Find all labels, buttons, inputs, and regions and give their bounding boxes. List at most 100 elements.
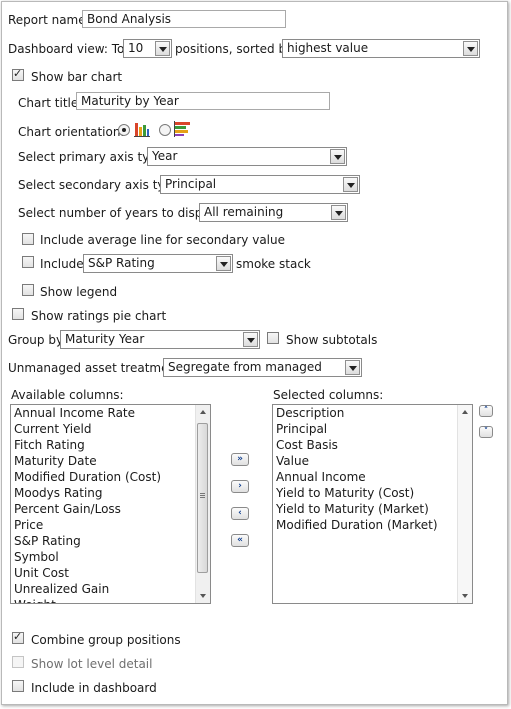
list-item[interactable]: Moodys Rating <box>11 485 210 501</box>
move-down-button[interactable]: ˅ <box>479 426 493 438</box>
report-name-label: Report name: <box>8 13 90 27</box>
scroll-up-icon[interactable] <box>458 405 472 419</box>
scroll-down-icon[interactable] <box>458 589 472 603</box>
available-columns-label: Available columns: <box>11 388 124 402</box>
unmanaged-label: Unmanaged asset treatment: <box>8 361 185 375</box>
chevron-down-icon <box>463 41 478 56</box>
selected-columns-label: Selected columns: <box>273 388 384 402</box>
show-legend-label: Show legend <box>40 285 118 299</box>
grip-icon <box>200 493 205 499</box>
combine-positions-label: Combine group positions <box>31 633 181 647</box>
secondary-axis-select[interactable]: Principal <box>160 175 360 194</box>
primary-axis-value: Year <box>152 149 178 163</box>
scroll-up-icon[interactable] <box>196 405 210 419</box>
smoke-stack-label: smoke stack <box>236 257 311 271</box>
list-item[interactable]: Unrealized Gain <box>11 581 210 597</box>
list-item[interactable]: Annual Income Rate <box>11 405 210 421</box>
show-pie-label: Show ratings pie chart <box>31 309 167 323</box>
horizontal-bar-chart-icon <box>174 121 190 137</box>
unmanaged-select[interactable]: Segregate from managed <box>163 358 362 377</box>
sort-order-select[interactable]: highest value <box>282 39 480 58</box>
list-item[interactable]: Description <box>273 405 472 421</box>
available-scrollbar[interactable] <box>195 405 210 603</box>
combine-positions-checkbox[interactable] <box>12 630 24 644</box>
report-name-input[interactable]: Bond Analysis <box>82 10 286 28</box>
list-item[interactable]: Price <box>11 517 210 533</box>
vertical-bar-chart-icon <box>134 123 150 137</box>
show-bar-chart-checkbox[interactable] <box>12 67 24 81</box>
top-count-select[interactable]: 10 <box>123 39 172 58</box>
available-columns-list[interactable]: Annual Income Rate Current Yield Fitch Rat… <box>10 404 211 604</box>
list-item[interactable]: Modified Duration (Market) <box>273 517 472 533</box>
primary-axis-select[interactable]: Year <box>147 147 347 166</box>
chevron-down-icon <box>331 205 346 220</box>
show-legend-checkbox[interactable] <box>22 284 34 296</box>
rating-type-value: S&P Rating <box>88 256 155 270</box>
include-dashboard-checkbox[interactable] <box>12 680 24 692</box>
include-rating-checkbox[interactable] <box>22 256 34 268</box>
list-item[interactable]: Current Yield <box>11 421 210 437</box>
positions-sorted-label: positions, sorted by <box>175 42 294 56</box>
show-subtotals-label: Show subtotals <box>286 333 378 347</box>
list-item[interactable]: Value <box>273 453 472 469</box>
selected-columns-list[interactable]: Description Principal Cost Basis Value Annua… <box>272 404 473 604</box>
secondary-axis-label: Select secondary axis type: <box>18 178 184 192</box>
top-count-value: 10 <box>128 41 144 55</box>
list-item[interactable]: Cost Basis <box>273 437 472 453</box>
chevron-down-icon <box>155 41 170 56</box>
years-display-value: All remaining <box>204 205 284 219</box>
selected-items-container: Description Principal Cost Basis Value Annua… <box>273 405 472 533</box>
years-display-label: Select number of years to display: <box>18 206 224 220</box>
dashboard-view-label: Dashboard view: Top <box>8 42 133 56</box>
list-item[interactable]: Unit Cost <box>11 565 210 581</box>
include-dashboard-label: Include in dashboard <box>31 681 157 695</box>
lot-detail-label: Show lot level detail <box>31 657 153 671</box>
group-by-value: Maturity Year <box>65 332 145 346</box>
chart-title-label: Chart title: <box>18 96 83 110</box>
orientation-vertical-radio[interactable] <box>118 124 130 136</box>
average-line-checkbox[interactable] <box>22 233 34 245</box>
average-line-label: Include average line for secondary value <box>40 233 285 247</box>
secondary-axis-value: Principal <box>165 177 217 191</box>
sort-order-value: highest value <box>287 41 369 55</box>
chevron-down-icon <box>343 177 358 192</box>
list-item[interactable]: Fitch Rating <box>11 437 210 453</box>
chart-orientation-label: Chart orientation: <box>18 125 125 139</box>
show-pie-checkbox[interactable] <box>12 308 24 320</box>
list-item[interactable]: Percent Gain/Loss <box>11 501 210 517</box>
group-by-label: Group by <box>8 333 64 347</box>
show-bar-chart-label: Show bar chart <box>31 70 123 84</box>
list-item[interactable]: Yield to Maturity (Market) <box>273 501 472 517</box>
remove-all-button[interactable]: « <box>231 534 249 547</box>
lot-detail-checkbox[interactable] <box>12 656 24 668</box>
list-item[interactable]: Maturity Date <box>11 453 210 469</box>
selected-scrollbar[interactable] <box>457 405 472 603</box>
primary-axis-label: Select primary axis type: <box>18 150 169 164</box>
years-display-select[interactable]: All remaining <box>199 203 348 222</box>
available-items-container: Annual Income Rate Current Yield Fitch Rat… <box>11 405 210 603</box>
list-item[interactable]: Modified Duration (Cost) <box>11 469 210 485</box>
chevron-down-icon <box>243 332 258 347</box>
orientation-horizontal-radio[interactable] <box>159 124 171 136</box>
include-rating-label: Include <box>40 257 84 271</box>
chevron-down-icon <box>216 256 231 271</box>
scroll-down-icon[interactable] <box>196 589 210 603</box>
list-item[interactable]: Symbol <box>11 549 210 565</box>
add-all-button[interactable]: » <box>231 453 249 466</box>
list-item[interactable]: Annual Income <box>273 469 472 485</box>
remove-button[interactable]: ‹ <box>231 507 249 520</box>
list-item[interactable]: Principal <box>273 421 472 437</box>
add-button[interactable]: › <box>231 480 249 493</box>
rating-type-select[interactable]: S&P Rating <box>83 254 233 273</box>
list-item[interactable]: Yield to Maturity (Cost) <box>273 485 472 501</box>
group-by-select[interactable]: Maturity Year <box>60 330 260 349</box>
move-up-button[interactable]: ˄ <box>479 405 493 417</box>
scroll-thumb[interactable] <box>197 423 208 573</box>
list-item[interactable]: S&P Rating <box>11 533 210 549</box>
chart-title-input[interactable]: Maturity by Year <box>76 92 330 110</box>
chevron-down-icon <box>330 149 345 164</box>
list-item[interactable]: Weight <box>11 597 210 603</box>
unmanaged-value: Segregate from managed <box>168 360 322 374</box>
chevron-down-icon <box>345 360 360 375</box>
show-subtotals-checkbox[interactable] <box>267 332 279 344</box>
